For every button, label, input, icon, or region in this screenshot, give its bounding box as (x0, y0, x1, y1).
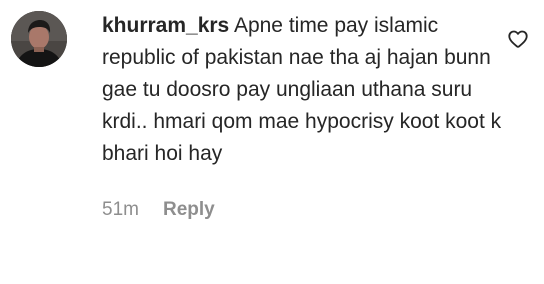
profile-photo (11, 11, 67, 67)
comment-username[interactable]: khurram_krs (102, 14, 229, 37)
reply-button[interactable]: Reply (163, 199, 215, 221)
like-button[interactable] (507, 28, 529, 50)
avatar[interactable] (11, 11, 67, 67)
comment-meta: 51m Reply (102, 199, 514, 221)
comment-timestamp[interactable]: 51m (102, 199, 139, 221)
comment-body: khurram_krs Apne time pay islamic republ… (102, 10, 514, 221)
comment-text-block: khurram_krs Apne time pay islamic republ… (102, 10, 514, 170)
heart-outline-icon (508, 30, 528, 48)
